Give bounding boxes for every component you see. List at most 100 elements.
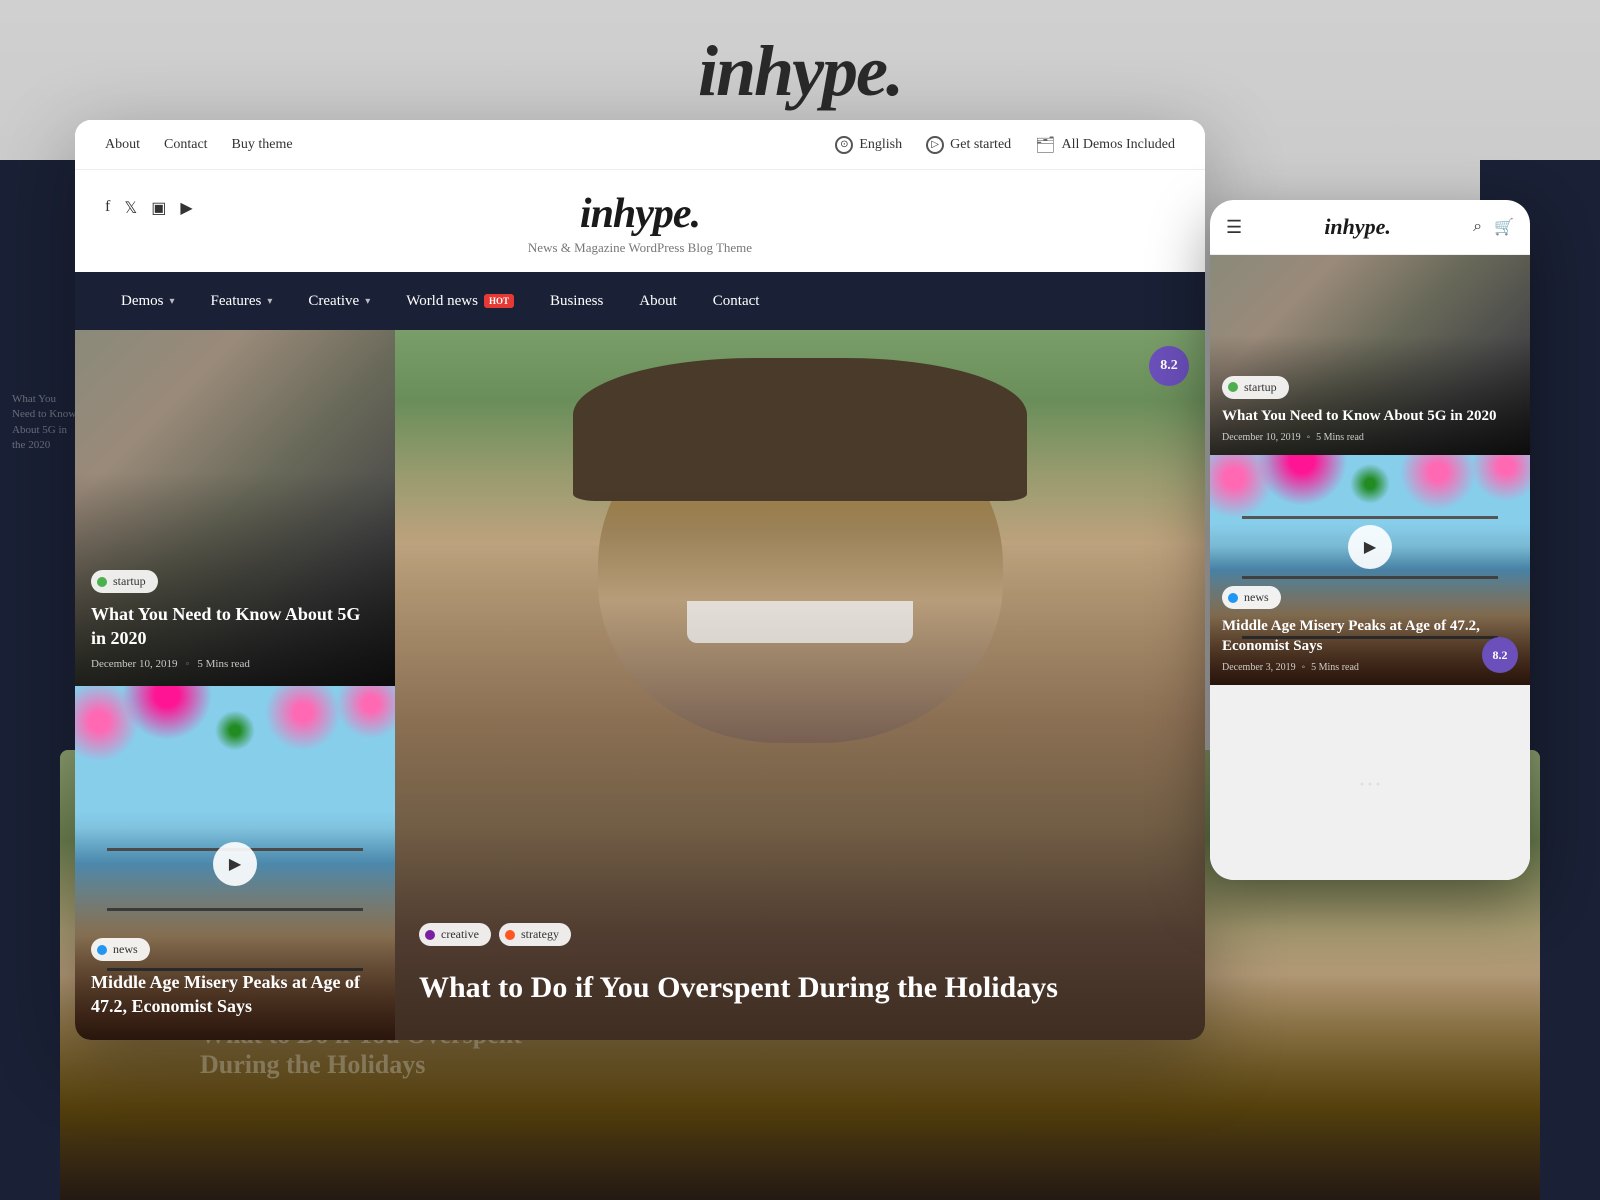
mobile-misery-content: news Middle Age Misery Peaks at Age of 4… [1210,574,1530,685]
chevron-down-icon: ▾ [365,296,370,307]
nav-contact[interactable]: Contact [697,285,776,318]
mobile-score-badge: 8.2 [1482,637,1518,673]
nav-about[interactable]: About [623,285,693,318]
mobile-search-icon[interactable]: ⌕ [1473,218,1482,236]
mobile-bottom-area: ··· [1210,685,1530,880]
nav-creative[interactable]: Creative ▾ [292,285,386,318]
article-5g-date: December 10, 2019 [91,658,177,670]
mobile-tag-dot-blue [1228,593,1238,603]
all-demos-label: All Demos Included [1061,137,1175,153]
main-navigation: Demos ▾ Features ▾ Creative ▾ World news… [75,272,1205,330]
nav-features-label: Features [211,293,262,310]
mobile-misery-title: Middle Age Misery Peaks at Age of 47.2, … [1222,617,1518,656]
mobile-5g-content: startup What You Need to Know About 5G i… [1210,364,1530,456]
mobile-5g-meta: December 10, 2019 ◦ 5 Mins read [1222,432,1518,443]
social-icons: f 𝕏 ▣ ▶ [105,198,193,218]
site-logo[interactable]: inhype. [105,190,1175,238]
tag-dot-purple [425,930,435,940]
chevron-down-icon: ▾ [170,296,175,307]
play-video-button[interactable]: ▶ [213,842,257,886]
site-tagline: News & Magazine WordPress Blog Theme [105,240,1175,256]
tag-creative[interactable]: creative [419,923,491,946]
mobile-play-button[interactable]: ▶ [1348,525,1392,569]
get-started-label: Get started [950,137,1011,153]
mobile-tag-news[interactable]: news [1222,586,1281,609]
article-grid: startup What You Need to Know About 5G i… [75,330,1205,1040]
utility-bar-right: ⊙ English ▷ Get started 🗂 All Demos Incl… [835,135,1175,155]
nav-business-label: Business [550,293,603,310]
tag-dot-orange [505,930,515,940]
article-5g-meta: December 10, 2019 ◦ 5 Mins read [91,658,379,670]
mobile-logo[interactable]: inhype. [1324,214,1391,240]
article-holidays-tags: creative strategy [419,923,1181,956]
left-column: startup What You Need to Know About 5G i… [75,330,395,1040]
mobile-tag-news-label: news [1244,590,1269,605]
language-selector[interactable]: ⊙ English [835,136,902,154]
twitter-icon[interactable]: 𝕏 [124,198,137,218]
mobile-cart-icon[interactable]: 🛒 [1494,217,1514,237]
separator: ◦ [1302,662,1306,673]
nav-about-label: About [639,293,677,310]
nav-business[interactable]: Business [534,285,619,318]
get-started-item[interactable]: ▷ Get started [926,136,1011,154]
mobile-more-content: ··· [1358,772,1382,799]
play-circle-icon: ▷ [926,136,944,154]
nav-world-news[interactable]: World news HOT [390,285,530,318]
article-5g-content: startup What You Need to Know About 5G i… [75,554,395,686]
folder-icon: 🗂 [1035,135,1055,155]
tag-dot-blue [97,945,107,955]
article-misery-content: news Middle Age Misery Peaks at Age of 4… [75,922,395,1040]
article-card-holidays[interactable]: 8.2 creative strategy What to Do if You … [395,330,1205,1040]
nav-demos[interactable]: Demos ▾ [105,285,191,318]
mobile-misery-read-time: 5 Mins read [1311,662,1359,673]
mobile-5g-title: What You Need to Know About 5G in 2020 [1222,407,1518,427]
tag-strategy[interactable]: strategy [499,923,571,946]
mobile-tag-dot [1228,382,1238,392]
mobile-window: ☰ inhype. ⌕ 🛒 startup What You Need to K… [1210,200,1530,880]
globe-icon: ⊙ [835,136,853,154]
nav-link-buy[interactable]: Buy theme [232,137,293,153]
article-5g-read-time: 5 Mins read [197,658,250,670]
score-badge: 8.2 [1149,346,1189,386]
hamburger-menu-icon[interactable]: ☰ [1226,217,1242,238]
facebook-icon[interactable]: f [105,198,110,218]
hot-badge: HOT [484,294,514,308]
chevron-down-icon: ▾ [267,296,272,307]
separator: ◦ [185,658,189,670]
mobile-5g-date: December 10, 2019 [1222,432,1301,443]
youtube-icon[interactable]: ▶ [180,198,192,218]
mobile-misery-meta: December 3, 2019 ◦ 5 Mins read [1222,662,1518,673]
mobile-5g-read-time: 5 Mins read [1316,432,1364,443]
utility-bar-left: About Contact Buy theme [105,137,293,153]
utility-bar: About Contact Buy theme ⊙ English ▷ Get … [75,120,1205,170]
article-5g-title: What You Need to Know About 5G in 2020 [91,603,379,650]
tag-strategy-label: strategy [521,927,559,942]
mobile-header-icons: ⌕ 🛒 [1473,217,1514,237]
language-label: English [859,137,902,153]
nav-link-about[interactable]: About [105,137,140,153]
article-holidays-title: What to Do if You Overspent During the H… [419,970,1181,1006]
bg-site-title: inhype. [613,30,986,113]
article-holidays-content: creative strategy What to Do if You Over… [395,899,1205,1040]
mobile-tag-startup[interactable]: startup [1222,376,1289,399]
nav-world-news-label: World news [406,293,478,310]
nav-demos-label: Demos [121,293,164,310]
separator: ◦ [1307,432,1311,443]
nav-contact-label: Contact [713,293,760,310]
all-demos-item[interactable]: 🗂 All Demos Included [1035,135,1175,155]
instagram-icon[interactable]: ▣ [151,198,166,218]
article-card-misery[interactable]: ▶ news Middle Age Misery Peaks at Age of… [75,686,395,1040]
desktop-window: About Contact Buy theme ⊙ English ▷ Get … [75,120,1205,1040]
nav-link-contact[interactable]: Contact [164,137,208,153]
mobile-article-misery[interactable]: ▶ news Middle Age Misery Peaks at Age of… [1210,455,1530,685]
article-misery-title: Middle Age Misery Peaks at Age of 47.2, … [91,971,379,1018]
tag-startup[interactable]: startup [91,570,158,593]
mobile-article-5g[interactable]: startup What You Need to Know About 5G i… [1210,255,1530,455]
tag-creative-label: creative [441,927,479,942]
article-card-5g[interactable]: startup What You Need to Know About 5G i… [75,330,395,686]
tag-news[interactable]: news [91,938,150,961]
tag-news-label: news [113,942,138,957]
nav-features[interactable]: Features ▾ [195,285,289,318]
site-header: f 𝕏 ▣ ▶ inhype. News & Magazine WordPres… [75,170,1205,272]
nav-creative-label: Creative [308,293,359,310]
